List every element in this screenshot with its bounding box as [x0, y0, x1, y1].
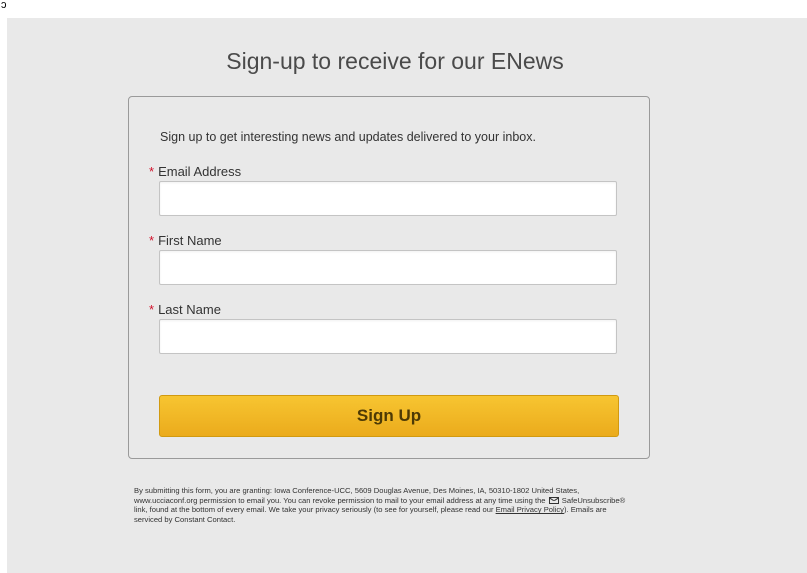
signup-form: Sign up to get interesting news and upda… [128, 96, 650, 459]
first-name-field[interactable] [159, 250, 617, 285]
envelope-icon [548, 496, 559, 504]
top-bar: ↄ [0, 0, 807, 18]
page-title: Sign-up to receive for our ENews [226, 48, 564, 74]
legal-text-1: By submitting this form, you are grantin… [134, 486, 580, 505]
email-label: * Email Address [149, 164, 241, 179]
required-marker: * [149, 302, 155, 317]
privacy-policy-link[interactable]: Email Privacy Policy [496, 505, 564, 514]
required-marker: * [149, 164, 155, 179]
form-intro: Sign up to get interesting news and upda… [160, 130, 536, 144]
last-name-label: * Last Name [149, 302, 221, 317]
email-label-text: Email Address [158, 164, 242, 179]
first-name-label: * First Name [149, 233, 222, 248]
last-name-label-text: Last Name [158, 302, 221, 317]
required-marker: * [149, 233, 155, 248]
legal-notice: By submitting this form, you are grantin… [134, 486, 634, 524]
email-field[interactable] [159, 181, 617, 216]
first-name-label-text: First Name [158, 233, 222, 248]
top-bar-glyph: ↄ [1, 0, 7, 11]
sign-up-button[interactable]: Sign Up [159, 395, 619, 437]
last-name-field[interactable] [159, 319, 617, 354]
